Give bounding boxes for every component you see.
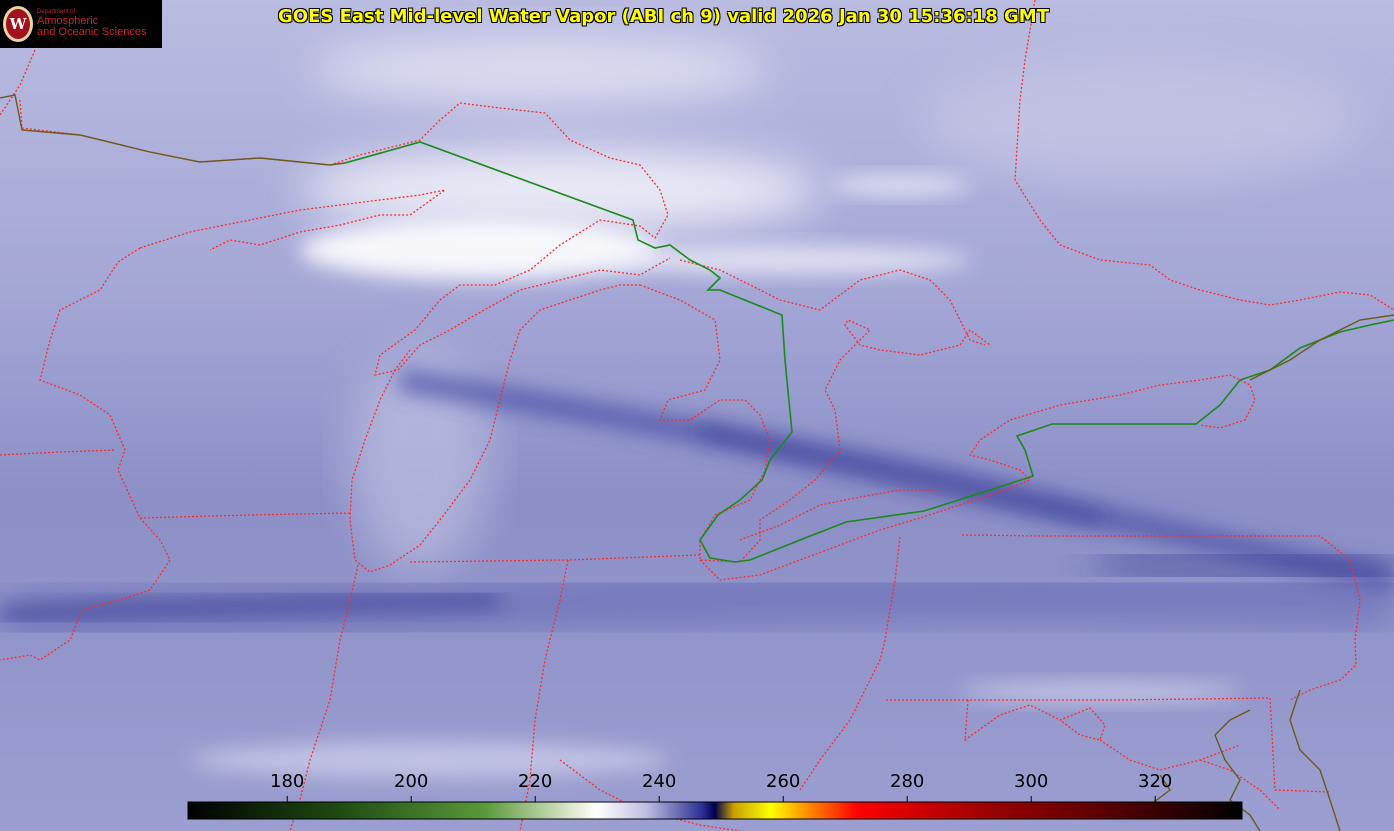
colorbar-tick-label: 280 xyxy=(890,771,925,792)
colorbar-tick-label: 180 xyxy=(270,771,305,792)
uw-seal-icon: W xyxy=(3,6,33,42)
colorbar-tick-label: 220 xyxy=(518,771,553,792)
colorbar-tick-label: 260 xyxy=(766,771,801,792)
colorbar-tick-label: 240 xyxy=(642,771,677,792)
colorbar-tick-label: 320 xyxy=(1138,771,1173,792)
logo-text: Department of Atmospheric and Oceanic Sc… xyxy=(37,9,146,38)
colorbar-tick-label: 300 xyxy=(1014,771,1049,792)
colorbar-tick-label: 200 xyxy=(394,771,429,792)
aos-logo: W Department of Atmospheric and Oceanic … xyxy=(0,0,162,48)
logo-line-oceanic: and Oceanic Sciences xyxy=(37,26,147,39)
colorbar-bar xyxy=(187,801,1243,820)
water-vapor-map: W Department of Atmospheric and Oceanic … xyxy=(0,0,1394,831)
image-title: GOES East Mid-level Water Vapor (ABI ch … xyxy=(278,6,1049,27)
seal-letter: W xyxy=(6,9,30,39)
satellite-image xyxy=(0,0,1394,831)
